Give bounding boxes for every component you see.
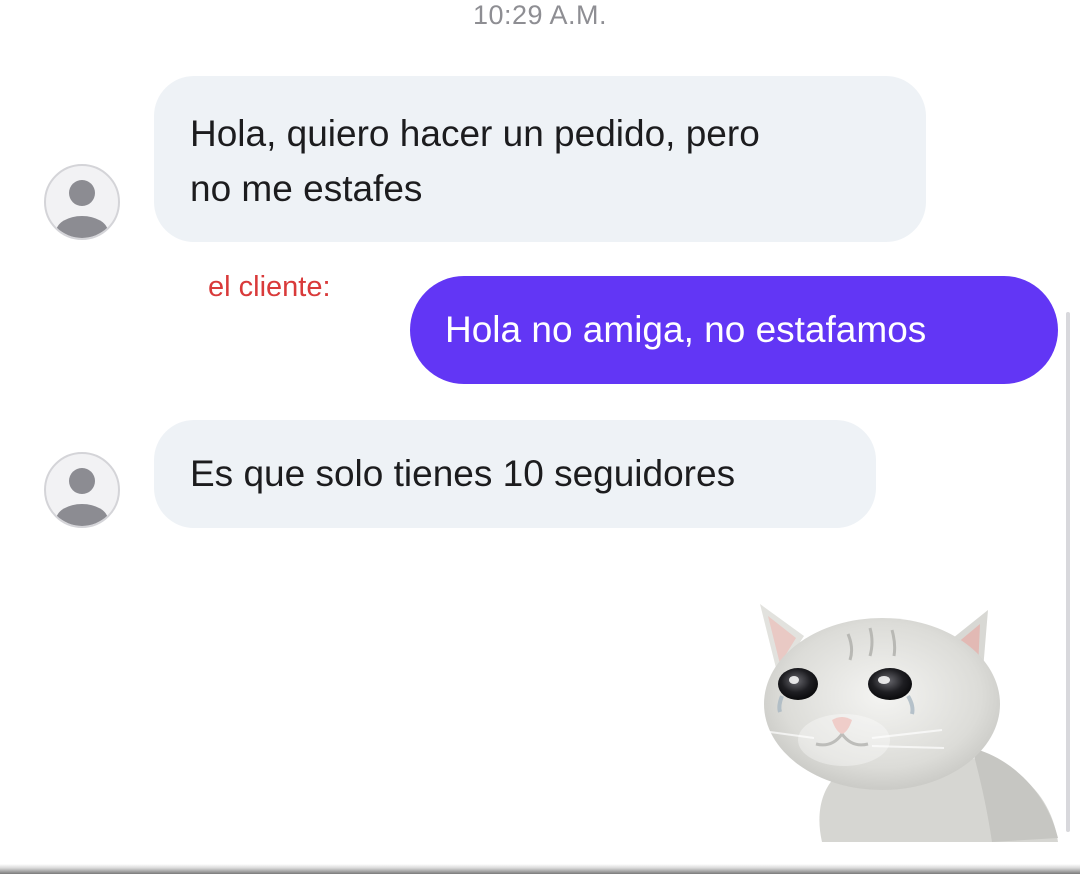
message-timestamp: 10:29 A.M. (472, 0, 608, 30)
screen-bottom-edge (0, 864, 1080, 874)
contact-avatar[interactable] (44, 452, 120, 528)
chat-screen: 10:29 A.M. Hola, quiero hacer un pedido,… (0, 0, 1080, 874)
message-text-line: Es que solo tienes 10 seguidores (190, 453, 736, 494)
message-text-line: Hola no amiga, no estafamos (445, 309, 927, 350)
message-text-line: no me estafes (190, 168, 423, 209)
outgoing-message-bubble[interactable]: Hola no amiga, no estafamos (410, 276, 1058, 384)
user-silhouette-icon (56, 180, 108, 238)
message-text-line: Hola, quiero hacer un pedido, pero (190, 113, 760, 154)
sender-annotation-label: el cliente: (208, 271, 331, 303)
scrollbar[interactable] (1066, 312, 1070, 832)
incoming-message-bubble[interactable]: Hola, quiero hacer un pedido, pero no me… (154, 76, 926, 242)
user-silhouette-icon (56, 468, 108, 526)
contact-avatar[interactable] (44, 164, 120, 240)
incoming-message-bubble[interactable]: Es que solo tienes 10 seguidores (154, 420, 876, 528)
crying-cat-sticker-icon[interactable] (752, 598, 1064, 842)
